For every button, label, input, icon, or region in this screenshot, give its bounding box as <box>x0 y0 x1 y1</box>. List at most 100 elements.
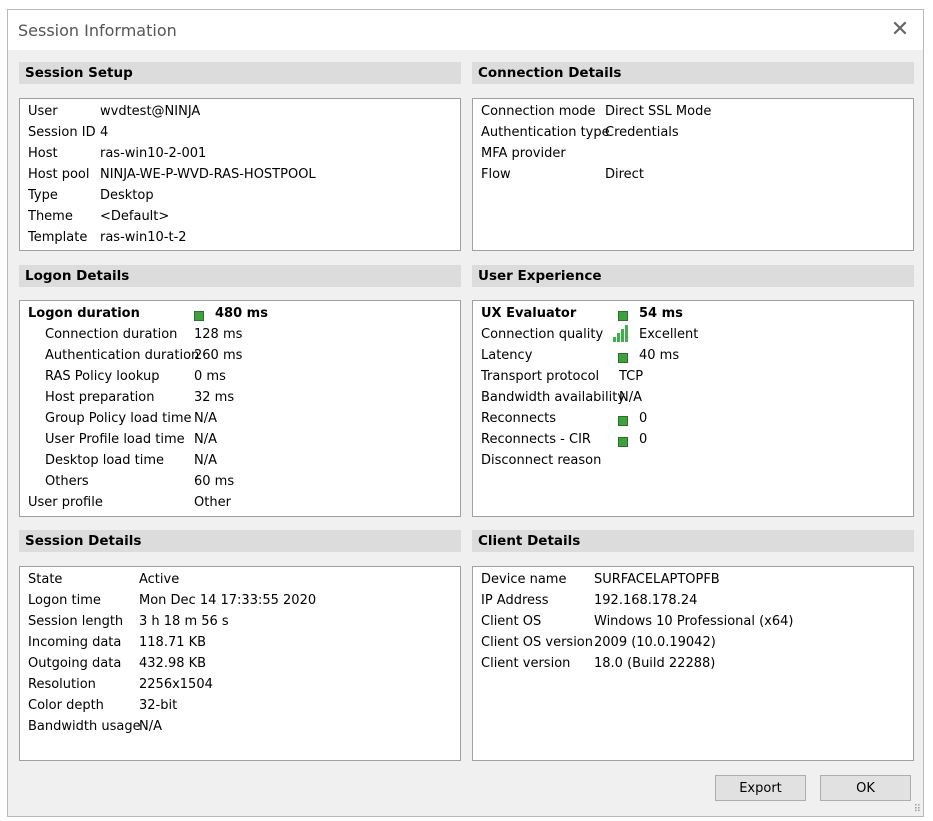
resize-grip-icon[interactable]: ⠿ <box>914 805 921 815</box>
user-experience-header: User Experience <box>472 265 914 287</box>
outgoing-data-value: 432.98 KB <box>139 656 207 671</box>
client-details-header: Client Details <box>472 530 914 552</box>
host-value: ras-win10-2-001 <box>100 146 207 161</box>
client-os-value: Windows 10 Professional (x64) <box>594 614 794 629</box>
resolution-label: Resolution <box>28 677 96 692</box>
close-icon[interactable]: ✕ <box>889 16 911 42</box>
connection-quality-label: Connection quality <box>481 327 604 342</box>
session-id-value: 4 <box>100 125 109 140</box>
template-value: ras-win10-t-2 <box>100 230 187 245</box>
authentication-duration-label: Authentication duration <box>45 348 200 363</box>
ras-policy-lookup-value: 0 ms <box>194 369 226 384</box>
device-name-label: Device name <box>481 572 567 587</box>
status-good-icon <box>194 308 204 323</box>
connection-details-panel: Connection mode Direct SSL Mode Authenti… <box>472 98 914 251</box>
window-title: Session Information <box>18 21 177 40</box>
export-button[interactable]: Export <box>715 775 806 801</box>
status-good-icon <box>618 434 628 449</box>
ux-evaluator-label: UX Evaluator <box>481 306 577 321</box>
logon-duration-value: 480 ms <box>215 306 268 321</box>
host-preparation-label: Host preparation <box>45 390 155 405</box>
bandwidth-usage-label: Bandwidth usage <box>28 719 141 734</box>
session-id-label: Session ID <box>28 125 96 140</box>
ip-address-value: 192.168.178.24 <box>594 593 698 608</box>
latency-value: 40 ms <box>639 348 680 363</box>
user-profile-load-time-label: User Profile load time <box>45 432 185 447</box>
disconnect-reason-label: Disconnect reason <box>481 453 602 468</box>
incoming-data-value: 118.71 KB <box>139 635 207 650</box>
session-length-value: 3 h 18 m 56 s <box>139 614 229 629</box>
connection-mode-label: Connection mode <box>481 104 596 119</box>
signal-bars-icon <box>613 325 628 342</box>
client-version-value: 18.0 (Build 22288) <box>594 656 716 671</box>
reconnects-cir-value: 0 <box>639 432 648 447</box>
reconnects-value: 0 <box>639 411 648 426</box>
reconnects-label: Reconnects <box>481 411 557 426</box>
logon-duration-label: Logon duration <box>28 306 140 321</box>
user-profile-label: User profile <box>28 495 103 510</box>
logon-time-value: Mon Dec 14 17:33:55 2020 <box>139 593 317 608</box>
resolution-value: 2256x1504 <box>139 677 213 692</box>
host-pool-label: Host pool <box>28 167 90 182</box>
transport-protocol-value: TCP <box>619 369 644 384</box>
session-details-header: Session Details <box>19 530 461 552</box>
bandwidth-availability-value: N/A <box>619 390 642 405</box>
connection-duration-label: Connection duration <box>45 327 178 342</box>
latency-label: Latency <box>481 348 533 363</box>
connection-mode-value: Direct SSL Mode <box>605 104 712 119</box>
group-policy-load-time-value: N/A <box>194 411 217 426</box>
theme-value: <Default> <box>100 209 170 224</box>
type-value: Desktop <box>100 188 154 203</box>
client-details-panel: Device name SURFACELAPTOPFB IP Address 1… <box>472 566 914 761</box>
status-good-icon <box>618 308 628 323</box>
session-information-dialog: Session Information ✕ Session Setup User… <box>7 9 924 817</box>
host-label: Host <box>28 146 58 161</box>
reconnects-cir-label: Reconnects - CIR <box>481 432 591 447</box>
connection-details-header: Connection Details <box>472 62 914 84</box>
title-bar: Session Information ✕ <box>8 10 923 50</box>
ux-evaluator-value: 54 ms <box>639 306 683 321</box>
user-value: wvdtest@NINJA <box>100 104 201 119</box>
session-length-label: Session length <box>28 614 124 629</box>
template-label: Template <box>28 230 88 245</box>
type-label: Type <box>28 188 58 203</box>
others-value: 60 ms <box>194 474 235 489</box>
ras-policy-lookup-label: RAS Policy lookup <box>45 369 160 384</box>
color-depth-value: 32-bit <box>139 698 178 713</box>
client-version-label: Client version <box>481 656 571 671</box>
client-os-label: Client OS <box>481 614 542 629</box>
device-name-value: SURFACELAPTOPFB <box>594 572 720 587</box>
connection-quality-value: Excellent <box>639 327 699 342</box>
host-preparation-value: 32 ms <box>194 390 235 405</box>
authentication-duration-value: 260 ms <box>194 348 243 363</box>
user-profile-value: Other <box>194 495 231 510</box>
session-setup-panel: User wvdtest@NINJA Session ID 4 Host ras… <box>19 98 461 251</box>
connection-duration-value: 128 ms <box>194 327 243 342</box>
session-details-panel: State Active Logon time Mon Dec 14 17:33… <box>19 566 461 761</box>
user-experience-panel: UX Evaluator 54 ms Connection quality Ex… <box>472 300 914 517</box>
transport-protocol-label: Transport protocol <box>481 369 600 384</box>
status-good-icon <box>618 350 628 365</box>
bandwidth-usage-value: N/A <box>139 719 162 734</box>
group-policy-load-time-label: Group Policy load time <box>45 411 192 426</box>
desktop-load-time-label: Desktop load time <box>45 453 165 468</box>
others-label: Others <box>45 474 89 489</box>
ip-address-label: IP Address <box>481 593 549 608</box>
desktop-load-time-value: N/A <box>194 453 217 468</box>
ok-button[interactable]: OK <box>820 775 911 801</box>
client-os-version-value: 2009 (10.0.19042) <box>594 635 716 650</box>
bandwidth-availability-label: Bandwidth availability <box>481 390 626 405</box>
host-pool-value: NINJA-WE-P-WVD-RAS-HOSTPOOL <box>100 167 316 182</box>
status-good-icon <box>618 413 628 428</box>
logon-time-label: Logon time <box>28 593 101 608</box>
mfa-provider-label: MFA provider <box>481 146 566 161</box>
theme-label: Theme <box>28 209 73 224</box>
flow-value: Direct <box>605 167 644 182</box>
logon-details-header: Logon Details <box>19 265 461 287</box>
incoming-data-label: Incoming data <box>28 635 122 650</box>
session-setup-header: Session Setup <box>19 62 461 84</box>
user-label: User <box>28 104 58 119</box>
color-depth-label: Color depth <box>28 698 104 713</box>
client-os-version-label: Client OS version <box>481 635 593 650</box>
outgoing-data-label: Outgoing data <box>28 656 122 671</box>
